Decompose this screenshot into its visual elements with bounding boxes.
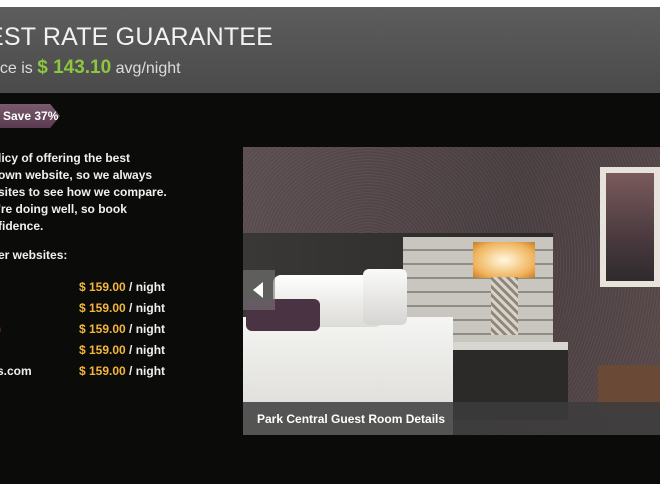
page-title: EST RATE GUARANTEE: [0, 23, 274, 51]
rate-price: $ 159.00 / night: [79, 280, 165, 294]
price-line: rice is $ 143.10 avg/night: [0, 57, 181, 79]
rate-unit: / night: [125, 280, 166, 294]
rate-price-value: $ 159.00: [79, 280, 126, 294]
rate-price-value: $ 159.00: [79, 364, 126, 378]
rate-site[interactable]: ): [0, 322, 1, 336]
rate-row: ) $ 159.00 / night: [0, 322, 240, 343]
policy-line: licy of offering the best: [0, 151, 131, 165]
policy-line: own website, so we always: [0, 168, 153, 182]
photo-caption-bar: Park Central Guest Room Details: [243, 402, 660, 435]
header: EST RATE GUARANTEE rice is $ 143.10 avg/…: [0, 7, 660, 93]
rate-price-value: $ 159.00: [79, 301, 126, 315]
policy-text: licy of offering the best own website, s…: [0, 150, 183, 235]
wall-art-frame: [600, 167, 660, 287]
rate-price-value: $ 159.00: [79, 343, 126, 357]
wall-art: [606, 173, 654, 281]
rate-row: $ 159.00 / night: [0, 343, 240, 364]
room-photo-slideshow[interactable]: Park Central Guest Room Details: [243, 147, 660, 435]
rate-unit: / night: [125, 322, 166, 336]
rate-price: $ 159.00 / night: [79, 343, 165, 357]
policy-line: 're doing well, so book: [0, 202, 127, 216]
policy-line: fidence.: [0, 219, 44, 233]
price-prefix: rice is: [0, 60, 33, 77]
rate-row: $ 159.00 / night: [0, 280, 240, 301]
chevron-left-icon[interactable]: [243, 270, 275, 310]
rate-row: $ 159.00 / night: [0, 301, 240, 322]
rate-row: s.com $ 159.00 / night: [0, 364, 240, 385]
rate-price-value: $ 159.00: [79, 322, 126, 336]
rate-price: $ 159.00 / night: [79, 322, 165, 336]
rate-unit: / night: [125, 364, 166, 378]
rate-unit: / night: [125, 343, 166, 357]
rate-price: $ 159.00 / night: [79, 364, 165, 378]
save-badge: Save 37%: [0, 104, 60, 128]
price-suffix: avg/night: [115, 60, 181, 77]
policy-line: sites to see how we compare.: [0, 185, 167, 199]
rate-unit: / night: [125, 301, 166, 315]
rate-price: $ 159.00 / night: [79, 301, 165, 315]
lamp-base: [491, 277, 518, 335]
lamp-shade: [473, 242, 535, 278]
rate-site[interactable]: s.com: [0, 364, 32, 378]
price-amount: $ 143.10: [37, 57, 112, 78]
other-websites-label: er websites:: [0, 248, 68, 262]
photo-caption[interactable]: Park Central Guest Room Details: [257, 412, 445, 426]
rate-guarantee-panel: EST RATE GUARANTEE rice is $ 143.10 avg/…: [0, 7, 660, 484]
rate-comparison-list: $ 159.00 / night $ 159.00 / night ) $ 15…: [0, 280, 240, 385]
pillow: [363, 269, 407, 325]
